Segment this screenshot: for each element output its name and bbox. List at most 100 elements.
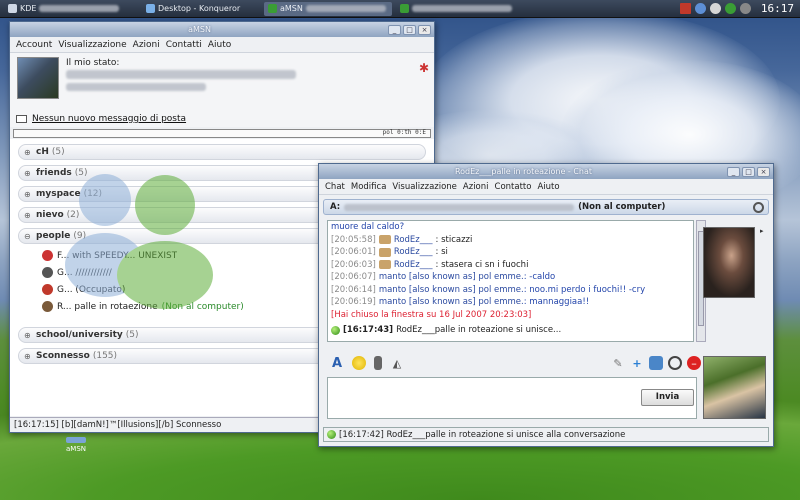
- expand-icon: ⊕: [24, 330, 31, 340]
- main-window-titlebar[interactable]: aMSN _ □ ×: [10, 22, 434, 37]
- menu-contatti[interactable]: Contatti: [163, 40, 205, 50]
- mail-status-link[interactable]: Nessun nuovo messaggio di posta: [32, 114, 186, 124]
- chat-statusbar: [16:17:42] RodEz___palle in roteazione s…: [323, 427, 769, 442]
- chat-menu-chat[interactable]: Chat: [322, 182, 348, 192]
- mail-envelope-icon: [16, 115, 27, 123]
- my-avatar[interactable]: [17, 57, 59, 99]
- recipient-bar: A: (Non al computer): [323, 199, 769, 215]
- chat-line: [20:06:07] manto [also known as] pol emm…: [331, 272, 556, 283]
- chat-line: [Hai chiuso la finestra su 16 Jul 2007 2…: [331, 309, 532, 320]
- my-display-picture[interactable]: [703, 356, 766, 419]
- taskbar-task-amsn-chat[interactable]: [396, 2, 526, 16]
- mail-row[interactable]: Nessun nuovo messaggio di posta: [10, 111, 434, 127]
- expand-icon: ⊕: [24, 168, 31, 178]
- peer-avatar-icon: [378, 260, 391, 270]
- recipient-name: [344, 203, 575, 211]
- amsn-chat-icon: [400, 4, 409, 13]
- search-bar[interactable]: pol 0:th 0:E: [13, 129, 431, 138]
- chat-toolbar: A ◭ ✎ + –: [327, 354, 701, 372]
- chat-menu-azioni[interactable]: Azioni: [460, 182, 492, 192]
- font-icon[interactable]: A: [330, 356, 344, 371]
- smiley-icon[interactable]: [352, 356, 366, 370]
- search-icon[interactable]: [753, 201, 764, 213]
- chat-status-text: [16:17:42] RodEz___palle in roteazione s…: [339, 429, 626, 440]
- peer-avatar-icon: [378, 247, 391, 257]
- chat-window-titlebar[interactable]: RodEz___palle in roteazione - Chat _ □ ×: [319, 164, 773, 179]
- taskbar-task-kde[interactable]: KDE: [4, 2, 134, 16]
- taskbar: KDE Desktop - Konqueror aMSN 16:17: [0, 0, 800, 18]
- chat-window-title: RodEz___palle in roteazione - Chat: [454, 167, 593, 176]
- chat-line: muore dal caldo?: [331, 222, 405, 233]
- online-status-icon: [331, 325, 340, 335]
- search-bar-label: pol 0:th 0:E: [382, 129, 426, 136]
- chat-menubar: Chat Modifica Visualizzazione Azioni Con…: [319, 179, 773, 195]
- wink-icon[interactable]: ✎: [611, 356, 625, 370]
- peer-display-picture[interactable]: [703, 227, 755, 298]
- close-button[interactable]: ×: [418, 24, 431, 35]
- flag-icon[interactable]: [679, 3, 691, 14]
- group-ch[interactable]: ⊕ cH (5): [18, 144, 426, 160]
- amsn-icon: [268, 4, 277, 13]
- chat-line: [20:06:03] RodEz___ : stasera ci sn i fu…: [331, 259, 529, 270]
- nudge-icon[interactable]: ◭: [390, 356, 404, 370]
- amsn-desktop-icon: [66, 437, 86, 443]
- block-icon[interactable]: –: [687, 356, 701, 370]
- chat-menu-aiuto[interactable]: Aiuto: [534, 182, 562, 192]
- chat-minimize-button[interactable]: _: [727, 166, 740, 177]
- expand-icon: ⊕: [24, 189, 31, 199]
- expand-icon: ⊕: [24, 147, 31, 157]
- contact-status-icon: [42, 301, 53, 312]
- conversation-area[interactable]: muore dal caldo? [20:05:58] RodEz___ : s…: [327, 220, 694, 342]
- voice-clip-icon[interactable]: [374, 356, 382, 370]
- chat-maximize-button[interactable]: □: [742, 166, 755, 177]
- system-tray: 16:17: [679, 2, 800, 15]
- send-file-icon[interactable]: [649, 356, 663, 370]
- chat-line: [20:05:58] RodEz___ : sticazzi: [331, 234, 473, 245]
- chat-line: [20:06:14] manto [also known as] pol emm…: [331, 284, 646, 295]
- amsn-tray-icon[interactable]: [724, 3, 736, 14]
- taskbar-task-amsn-main[interactable]: aMSN: [264, 1, 392, 16]
- desktop-icon-amsn[interactable]: aMSN: [56, 437, 96, 453]
- clock: 16:17: [760, 2, 794, 15]
- power-icon[interactable]: [739, 3, 751, 14]
- menu-visualizzazione[interactable]: Visualizzazione: [55, 40, 129, 50]
- volume-icon[interactable]: [709, 3, 721, 14]
- chat-line: [16:17:43] RodEz___palle in roteazione s…: [328, 324, 693, 337]
- chat-line: [20:06:19] manto [also known as] pol emm…: [331, 297, 590, 308]
- recipient-label: A:: [330, 202, 341, 212]
- taskbar-task-konqueror[interactable]: Desktop - Konqueror: [142, 2, 260, 16]
- chat-menu-visualizzazione[interactable]: Visualizzazione: [389, 182, 460, 192]
- chat-close-button[interactable]: ×: [757, 166, 770, 177]
- minimize-button[interactable]: _: [388, 24, 401, 35]
- maximize-button[interactable]: □: [403, 24, 416, 35]
- my-personal-message[interactable]: [66, 83, 206, 91]
- send-button[interactable]: Invia: [641, 389, 694, 406]
- my-display-name[interactable]: [66, 70, 296, 79]
- konqueror-icon: [146, 4, 155, 13]
- invite-icon[interactable]: +: [630, 356, 644, 370]
- expand-icon: ⊕: [24, 210, 31, 220]
- menu-aiuto[interactable]: Aiuto: [205, 40, 234, 50]
- webcam-icon[interactable]: [668, 356, 682, 370]
- network-icon[interactable]: [694, 3, 706, 14]
- recipient-status: (Non al computer): [578, 202, 666, 212]
- peer-picture-arrow-icon[interactable]: ▸: [760, 227, 768, 247]
- main-window-title: aMSN: [188, 25, 211, 34]
- main-menubar: Account Visualizzazione Azioni Contatti …: [10, 37, 434, 53]
- contact-status-icon: [42, 284, 53, 295]
- peer-avatar-icon: [378, 235, 391, 245]
- kde-icon: [8, 4, 17, 13]
- contact-status-icon: [42, 250, 53, 261]
- chat-line: [20:06:01] RodEz___ : si: [331, 247, 448, 258]
- chat-menu-modifica[interactable]: Modifica: [348, 182, 390, 192]
- my-status-label: Il mio stato:: [66, 58, 120, 68]
- online-status-icon: [327, 430, 336, 439]
- my-status-area: Il mio stato: ✱: [10, 53, 434, 111]
- chat-window: RodEz___palle in roteazione - Chat _ □ ×…: [318, 163, 774, 447]
- chat-menu-contatto[interactable]: Contatto: [492, 182, 535, 192]
- expand-icon: ⊕: [24, 351, 31, 361]
- collapse-icon: ⊖: [24, 231, 31, 241]
- contact-status-icon: [42, 267, 53, 278]
- menu-azioni[interactable]: Azioni: [130, 40, 163, 50]
- menu-account[interactable]: Account: [13, 40, 55, 50]
